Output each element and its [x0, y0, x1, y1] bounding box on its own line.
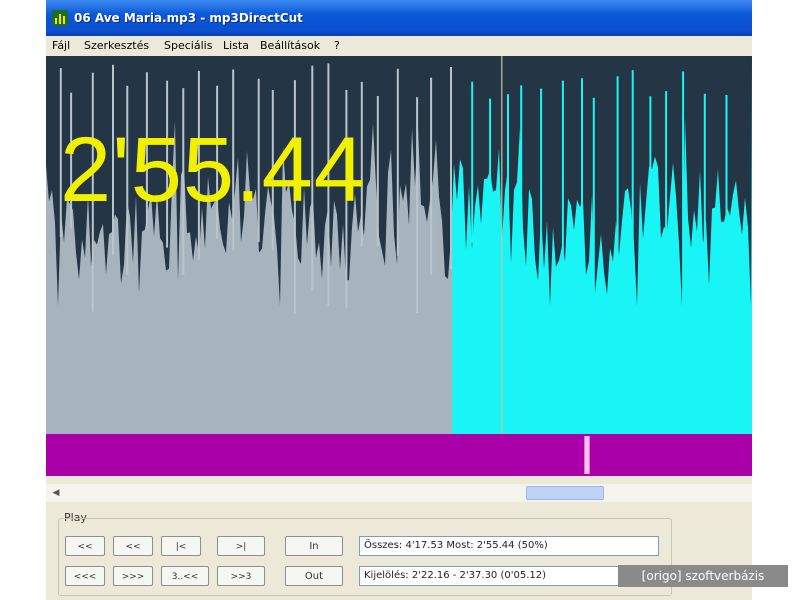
- playback-cursor: [501, 56, 503, 434]
- waveform-peak: [489, 98, 492, 235]
- title-bar[interactable]: 06 Ave Maria.mp3 - mp3DirectCut: [46, 0, 752, 36]
- skip-forward-button[interactable]: >>>: [113, 566, 153, 586]
- waveform-peak: [581, 78, 583, 232]
- in-button[interactable]: In: [285, 536, 343, 556]
- horizontal-scrollbar[interactable]: ◀: [46, 484, 752, 502]
- waveform-peak: [471, 81, 474, 243]
- menu-help[interactable]: ?: [334, 39, 340, 52]
- scroll-thumb[interactable]: [526, 486, 604, 500]
- app-icon: [52, 10, 68, 26]
- waveform-peak: [396, 68, 399, 256]
- go-to-start-button[interactable]: |<: [161, 536, 201, 556]
- waveform-peak: [416, 97, 419, 313]
- go-to-end-button[interactable]: >|: [217, 536, 265, 556]
- waveform-peak: [725, 95, 728, 306]
- scroll-left-arrow-icon[interactable]: ◀: [49, 486, 63, 500]
- menu-list[interactable]: Lista: [223, 39, 249, 52]
- menu-edit[interactable]: Szerkesztés: [84, 39, 149, 52]
- menu-bar: Fájl Szerkesztés Speciális Lista Beállít…: [46, 36, 752, 57]
- timeline-bar[interactable]: [46, 434, 752, 476]
- waveform-peak: [507, 94, 509, 280]
- window-title: 06 Ave Maria.mp3 - mp3DirectCut: [74, 11, 303, 25]
- waveform-peak: [649, 96, 652, 281]
- waveform-peak: [682, 71, 685, 304]
- waveform-peak: [665, 91, 668, 258]
- time-readout: 2'55.44: [60, 119, 366, 221]
- rewind-button[interactable]: <<: [65, 536, 105, 556]
- waveform-peak: [430, 77, 433, 275]
- waveform-peak: [520, 85, 523, 239]
- menu-settings[interactable]: Beállítások: [260, 39, 320, 52]
- waveform-peak: [703, 93, 706, 278]
- waveform-peak: [592, 97, 595, 305]
- menu-special[interactable]: Speciális: [164, 39, 212, 52]
- waveform-peak: [376, 96, 379, 247]
- out-button[interactable]: Out: [285, 566, 343, 586]
- selection-info-field: Kijelölés: 2'22.16 - 2'37.30 (0'05.12): [359, 566, 659, 586]
- waveform-peak: [631, 70, 634, 247]
- app-window: 06 Ave Maria.mp3 - mp3DirectCut Fájl Sze…: [46, 0, 752, 600]
- timeline-position-marker[interactable]: [584, 436, 590, 474]
- waveform-peak: [616, 76, 619, 297]
- waveform-peak: [540, 88, 543, 237]
- skip-back-button[interactable]: <<<: [65, 566, 105, 586]
- total-info-field: Összes: 4'17.53 Most: 2'55.44 (50%): [359, 536, 659, 556]
- rewind-fast-button[interactable]: <<: [113, 536, 153, 556]
- waveform-view[interactable]: [46, 56, 752, 434]
- skip-forward-3-button[interactable]: >>3: [217, 566, 265, 586]
- waveform-peak: [450, 67, 452, 269]
- waveform-peak: [561, 80, 564, 312]
- menu-file[interactable]: Fájl: [52, 39, 70, 52]
- skip-back-3-button[interactable]: 3..<<: [161, 566, 209, 586]
- watermark: [origo] szoftverbázis: [618, 565, 788, 587]
